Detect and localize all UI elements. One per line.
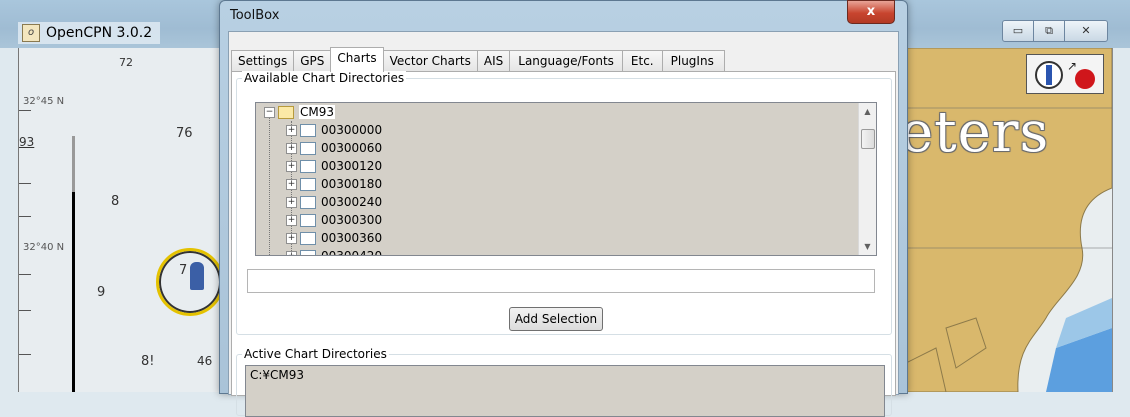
active-chart-directories-list[interactable]: C:¥CM93 [245,365,885,417]
tree-item-label: 00300240 [321,195,383,209]
tree-connector [269,113,271,255]
chart-canvas-left[interactable]: 72 32°45 N 93 76 8 32°40 N 7 9 8! 46 [18,48,221,392]
gps-signal-icon: ↗ [1067,59,1078,73]
grid-tick [19,110,31,111]
active-chart-directories-label: Active Chart Directories [242,347,389,361]
add-selection-button[interactable]: Add Selection [509,307,603,331]
tree-item-label: 00300180 [321,177,383,191]
scroll-down-icon[interactable]: ▼ [859,238,876,255]
tree-item-label: 00300420 [321,249,383,256]
depth-label: 72 [119,56,133,69]
expand-icon[interactable]: + [286,124,297,136]
depth-label: 93 [19,135,35,149]
minimize-button[interactable]: ▭ [1002,20,1034,42]
latitude-label-40: 32°40 N [23,242,65,253]
toolbox-close-button[interactable]: x [847,0,895,24]
tree-item[interactable]: + 00300120 [286,157,382,175]
grid-tick [19,183,31,184]
scroll-up-icon[interactable]: ▲ [859,103,876,120]
grid-tick [19,310,31,311]
app-title: OpenCPN 3.0.2 [46,25,153,41]
tree-item[interactable]: + 00300180 [286,175,382,193]
tab-bar: Settings GPS Charts Vector Charts AIS La… [231,47,725,72]
tree-item-label: 00300120 [321,159,383,173]
tab-plugins[interactable]: PlugIns [661,50,725,71]
folder-icon [300,123,316,137]
expand-icon[interactable]: + [286,142,297,154]
tree-item[interactable]: + 00300060 [286,139,382,157]
expand-icon[interactable]: + [286,178,297,190]
depth-label: 8 [111,194,120,209]
folder-icon [300,249,316,255]
tree-item[interactable]: + 00300240 [286,193,382,211]
tab-charts[interactable]: Charts [330,47,384,72]
ownship-icon[interactable] [190,262,204,290]
charts-tab-panel: Available Chart Directories − CM93 + 003… [231,71,896,417]
expand-icon[interactable]: + [286,160,297,172]
folder-icon [300,141,316,155]
tree-item-root[interactable]: − CM93 [264,103,336,121]
list-item[interactable]: C:¥CM93 [250,368,304,382]
depth-label: 9 [97,285,106,300]
depth-label: 76 [176,126,193,141]
tree-item-label: 00300060 [321,141,383,155]
chart-canvas-right[interactable]: eters ↗ [906,48,1113,392]
latitude-label-45: 32°45 N [23,96,65,107]
folder-open-icon [278,105,294,119]
folder-icon [300,231,316,245]
chart-large-label: eters [906,100,1050,165]
expand-icon[interactable]: + [286,214,297,226]
chart-directory-tree[interactable]: − CM93 + 00300000 + 00300060 + 00300120 … [255,102,877,256]
scale-bar-segment [72,136,75,192]
available-chart-directories-group: Available Chart Directories − CM93 + 003… [236,71,892,335]
tree-item[interactable]: + 00300300 [286,211,382,229]
close-button[interactable]: ✕ [1064,20,1108,42]
gps-status-icon [1075,69,1095,89]
toolbox-client-area: Settings GPS Charts Vector Charts AIS La… [228,31,899,417]
grid-tick [19,216,31,217]
tree-item[interactable]: + 00300000 [286,121,382,139]
toolbox-dialog: ToolBox x Settings GPS Charts Vector Cha… [219,0,908,417]
tree-item[interactable]: + 00300360 [286,229,382,247]
compass-widget[interactable]: ↗ [1026,54,1104,94]
collapse-icon[interactable]: − [264,106,275,118]
folder-icon [300,177,316,191]
app-title-area: o OpenCPN 3.0.2 [18,22,161,44]
tree-item-label: CM93 [299,105,336,119]
chart-path-input[interactable] [247,269,875,293]
opencpn-app-icon: o [22,24,40,42]
expand-icon[interactable]: + [286,232,297,244]
depth-label: 8! [141,354,155,369]
tab-etc[interactable]: Etc. [621,50,663,71]
scrollbar-thumb[interactable] [861,129,875,149]
active-chart-directories-group: Active Chart Directories C:¥CM93 [236,347,892,417]
tree-scrollbar[interactable]: ▲ ▼ [858,103,876,255]
grid-tick [19,354,31,355]
available-chart-directories-label: Available Chart Directories [242,71,407,85]
folder-icon [300,159,316,173]
grid-tick [19,274,31,275]
compass-icon [1035,61,1063,89]
toolbox-title: ToolBox [230,8,280,23]
tree-item-label: 00300300 [321,213,383,227]
tree-item-label: 00300000 [321,123,383,137]
tab-vector-charts[interactable]: Vector Charts [382,50,478,71]
tab-language-fonts[interactable]: Language/Fonts [509,50,623,71]
folder-icon [300,213,316,227]
maximize-button[interactable]: ⧉ [1033,20,1065,42]
window-controls: ▭ ⧉ ✕ [1002,20,1108,42]
tab-gps[interactable]: GPS [293,50,332,71]
expand-icon[interactable]: + [286,196,297,208]
tree-item[interactable]: + 00300420 [286,247,383,256]
folder-icon [300,195,316,209]
expand-icon[interactable]: + [286,250,297,255]
tree-item-label: 00300360 [321,231,383,245]
tab-settings[interactable]: Settings [231,50,295,71]
tab-ais[interactable]: AIS [476,50,511,71]
depth-label: 46 [197,354,213,368]
